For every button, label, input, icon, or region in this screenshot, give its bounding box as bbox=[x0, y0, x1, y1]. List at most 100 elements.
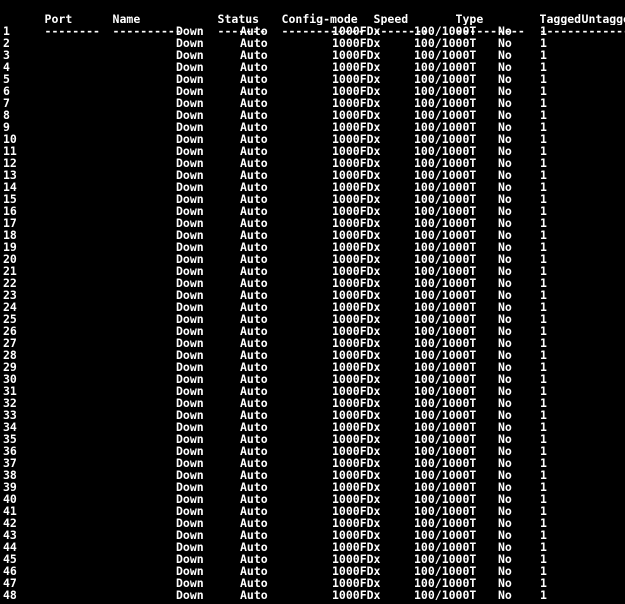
cell-untagged: 1 bbox=[540, 121, 547, 133]
cell-status: Down bbox=[176, 493, 204, 505]
cell-speed: 1000FDx bbox=[332, 25, 381, 37]
cell-tagged: No bbox=[498, 301, 512, 313]
cell-speed: 1000FDx bbox=[332, 61, 381, 73]
cell-port: 22 bbox=[3, 277, 17, 289]
cell-port: 4 bbox=[3, 61, 10, 73]
cell-port: 1 bbox=[3, 25, 10, 37]
cell-untagged: 1 bbox=[540, 169, 547, 181]
cell-tagged: No bbox=[498, 169, 512, 181]
cell-type: 100/1000T bbox=[414, 373, 477, 385]
cell-status: Down bbox=[176, 301, 204, 313]
cell-speed: 1000FDx bbox=[332, 565, 381, 577]
table-row: 32 Down Auto 1000FDx 100/1000T No 1 bbox=[3, 397, 625, 409]
cell-tagged: No bbox=[498, 37, 512, 49]
cell-speed: 1000FDx bbox=[332, 169, 381, 181]
table-row: 23 Down Auto 1000FDx 100/1000T No 1 bbox=[3, 289, 625, 301]
cell-speed: 1000FDx bbox=[332, 493, 381, 505]
cell-type: 100/1000T bbox=[414, 397, 477, 409]
cell-port: 25 bbox=[3, 313, 17, 325]
table-row: 40 Down Auto 1000FDx 100/1000T No 1 bbox=[3, 493, 625, 505]
cell-config-mode: Auto bbox=[240, 253, 268, 265]
cell-tagged: No bbox=[498, 313, 512, 325]
cell-untagged: 1 bbox=[540, 61, 547, 73]
table-header-row: Port Name Status Config-mode Speed Type Tagged… bbox=[3, 1, 625, 25]
cell-port: 7 bbox=[3, 97, 10, 109]
cell-untagged: 1 bbox=[540, 301, 547, 313]
cell-speed: 1000FDx bbox=[332, 397, 381, 409]
cell-tagged: No bbox=[498, 481, 512, 493]
cell-type: 100/1000T bbox=[414, 589, 477, 601]
cell-speed: 1000FDx bbox=[332, 481, 381, 493]
cell-type: 100/1000T bbox=[414, 469, 477, 481]
cell-port: 30 bbox=[3, 373, 17, 385]
column-header-untagged: Untagged bbox=[581, 13, 625, 25]
cell-untagged: 1 bbox=[540, 205, 547, 217]
cell-speed: 1000FDx bbox=[332, 325, 381, 337]
cell-port: 9 bbox=[3, 121, 10, 133]
cell-status: Down bbox=[176, 361, 204, 373]
cell-type: 100/1000T bbox=[414, 241, 477, 253]
cell-tagged: No bbox=[498, 289, 512, 301]
table-row: 22 Down Auto 1000FDx 100/1000T No 1 bbox=[3, 277, 625, 289]
cell-config-mode: Auto bbox=[240, 409, 268, 421]
cell-speed: 1000FDx bbox=[332, 289, 381, 301]
cell-untagged: 1 bbox=[540, 97, 547, 109]
cell-port: 20 bbox=[3, 253, 17, 265]
cell-config-mode: Auto bbox=[240, 373, 268, 385]
cell-config-mode: Auto bbox=[240, 337, 268, 349]
table-row: 13 Down Auto 1000FDx 100/1000T No 1 bbox=[3, 169, 625, 181]
cell-untagged: 1 bbox=[540, 349, 547, 361]
cell-tagged: No bbox=[498, 565, 512, 577]
cell-status: Down bbox=[176, 145, 204, 157]
cell-port: 19 bbox=[3, 241, 17, 253]
cell-untagged: 1 bbox=[540, 373, 547, 385]
cell-speed: 1000FDx bbox=[332, 577, 381, 589]
table-row: 7 Down Auto 1000FDx 100/1000T No 1 bbox=[3, 97, 625, 109]
cell-port: 18 bbox=[3, 229, 17, 241]
cell-config-mode: Auto bbox=[240, 481, 268, 493]
cell-config-mode: Auto bbox=[240, 529, 268, 541]
cell-config-mode: Auto bbox=[240, 493, 268, 505]
cell-type: 100/1000T bbox=[414, 97, 477, 109]
table-row: 27 Down Auto 1000FDx 100/1000T No 1 bbox=[3, 337, 625, 349]
cell-type: 100/1000T bbox=[414, 85, 477, 97]
table-row: 47 Down Auto 1000FDx 100/1000T No 1 bbox=[3, 577, 625, 589]
cell-config-mode: Auto bbox=[240, 421, 268, 433]
cell-port: 16 bbox=[3, 205, 17, 217]
cell-port: 31 bbox=[3, 385, 17, 397]
cell-port: 37 bbox=[3, 457, 17, 469]
cell-config-mode: Auto bbox=[240, 265, 268, 277]
table-row: 12 Down Auto 1000FDx 100/1000T No 1 bbox=[3, 157, 625, 169]
cell-tagged: No bbox=[498, 361, 512, 373]
cell-speed: 1000FDx bbox=[332, 361, 381, 373]
cell-speed: 1000FDx bbox=[332, 421, 381, 433]
cell-type: 100/1000T bbox=[414, 289, 477, 301]
cell-type: 100/1000T bbox=[414, 421, 477, 433]
cell-tagged: No bbox=[498, 217, 512, 229]
cell-speed: 1000FDx bbox=[332, 37, 381, 49]
cell-tagged: No bbox=[498, 145, 512, 157]
table-row: 8 Down Auto 1000FDx 100/1000T No 1 bbox=[3, 109, 625, 121]
cell-port: 15 bbox=[3, 193, 17, 205]
cell-untagged: 1 bbox=[540, 445, 547, 457]
cell-tagged: No bbox=[498, 421, 512, 433]
cell-speed: 1000FDx bbox=[332, 337, 381, 349]
terminal-content: Port Name Status Config-mode Speed Type Tagged… bbox=[0, 0, 625, 601]
cell-untagged: 1 bbox=[540, 313, 547, 325]
table-row: 36 Down Auto 1000FDx 100/1000T No 1 bbox=[3, 445, 625, 457]
cell-tagged: No bbox=[498, 589, 512, 601]
cell-port: 39 bbox=[3, 481, 17, 493]
cell-config-mode: Auto bbox=[240, 277, 268, 289]
terminal-screen[interactable]: Port Name Status Config-mode Speed Type Tagged… bbox=[0, 0, 625, 604]
cell-tagged: No bbox=[498, 373, 512, 385]
cell-config-mode: Auto bbox=[240, 349, 268, 361]
cell-type: 100/1000T bbox=[414, 205, 477, 217]
cell-speed: 1000FDx bbox=[332, 373, 381, 385]
cell-port: 5 bbox=[3, 73, 10, 85]
cell-type: 100/1000T bbox=[414, 361, 477, 373]
table-row: 44 Down Auto 1000FDx 100/1000T No 1 bbox=[3, 541, 625, 553]
cell-speed: 1000FDx bbox=[332, 217, 381, 229]
cell-tagged: No bbox=[498, 277, 512, 289]
cell-speed: 1000FDx bbox=[332, 433, 381, 445]
table-row: 33 Down Auto 1000FDx 100/1000T No 1 bbox=[3, 409, 625, 421]
